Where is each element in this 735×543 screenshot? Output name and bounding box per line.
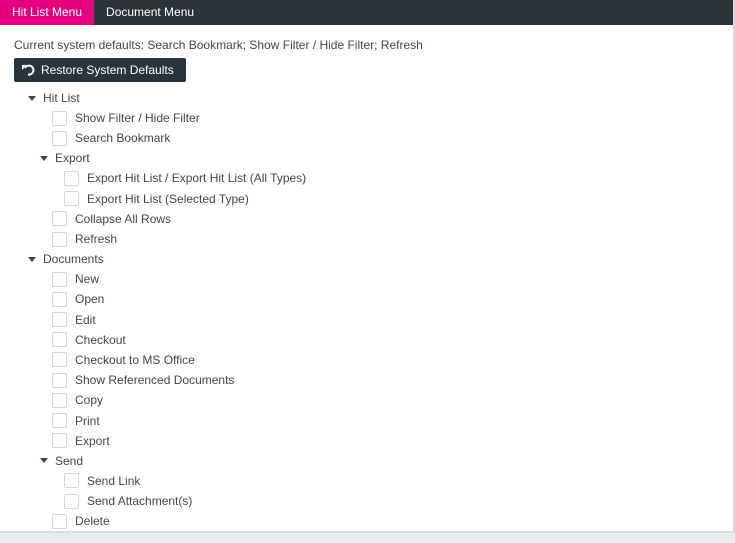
content: Current system defaults: Search Bookmark…	[0, 25, 733, 543]
menu-option[interactable]: New	[14, 269, 719, 289]
option-checkbox[interactable]	[52, 130, 67, 146]
option-checkbox[interactable]	[64, 191, 79, 207]
restore-button-label: Restore System Defaults	[41, 63, 174, 77]
caret-down-icon[interactable]	[28, 95, 36, 101]
menu-option[interactable]: Show Filter / Hide Filter	[14, 108, 719, 128]
option-label: Print	[75, 413, 100, 428]
undo-icon	[22, 64, 35, 76]
menu-option[interactable]: Print	[14, 410, 719, 430]
option-label: Export	[75, 433, 110, 448]
menu-option[interactable]: Collapse All Rows	[14, 209, 719, 229]
menu-option[interactable]: Edit	[14, 310, 719, 330]
option-label: Send Link	[87, 473, 141, 488]
option-checkbox[interactable]	[52, 211, 67, 227]
group-documents[interactable]: Documents	[14, 249, 719, 269]
option-label: Copy	[75, 393, 104, 408]
option-checkbox[interactable]	[52, 291, 67, 307]
option-label: Checkout to MS Office	[75, 352, 195, 367]
settings-panel: Hit List Menu Document Menu Current syst…	[0, 0, 735, 533]
menu-option[interactable]: Export Hit List (Selected Type)	[14, 189, 719, 209]
restore-system-defaults-button[interactable]: Restore System Defaults	[14, 58, 186, 82]
menu-option[interactable]: Search Bookmark	[14, 128, 719, 148]
menu-tree: Hit List Show Filter / Hide Filter Searc…	[14, 88, 719, 531]
option-checkbox[interactable]	[52, 372, 67, 388]
option-label: Show Filter / Hide Filter	[75, 111, 200, 126]
group-label: Hit List	[43, 91, 80, 105]
menu-option[interactable]: Checkout	[14, 330, 719, 350]
option-checkbox[interactable]	[64, 493, 79, 509]
tab-document-menu[interactable]: Document Menu	[94, 0, 206, 25]
group-label: Send	[55, 453, 84, 468]
caret-down-icon[interactable]	[40, 155, 48, 161]
option-checkbox[interactable]	[52, 110, 67, 126]
option-label: Export Hit List (Selected Type)	[87, 191, 249, 206]
menu-option[interactable]: Copy	[14, 390, 719, 410]
option-checkbox[interactable]	[52, 413, 67, 429]
option-checkbox[interactable]	[52, 231, 67, 247]
option-checkbox[interactable]	[64, 170, 79, 186]
group-send[interactable]: Send	[14, 451, 719, 471]
option-label: Edit	[75, 312, 96, 327]
option-checkbox[interactable]	[64, 473, 79, 489]
menu-option[interactable]: Checkout to MS Office	[14, 350, 719, 370]
option-label: Open	[75, 292, 105, 307]
option-label: New	[75, 272, 100, 287]
menu-option[interactable]: Open	[14, 289, 719, 309]
menu-option[interactable]: Refresh	[14, 229, 719, 249]
group-label: Export	[55, 151, 90, 166]
caret-down-icon[interactable]	[40, 458, 48, 464]
option-label: Delete	[75, 514, 110, 529]
option-checkbox[interactable]	[52, 312, 67, 328]
option-checkbox[interactable]	[52, 332, 67, 348]
group-hit-list[interactable]: Hit List	[14, 88, 719, 108]
group-label: Documents	[43, 252, 104, 267]
option-label: Export Hit List / Export Hit List (All T…	[87, 171, 307, 186]
menu-option[interactable]: Send Link	[14, 471, 719, 491]
menu-option[interactable]: Delete	[14, 511, 719, 531]
option-checkbox[interactable]	[52, 392, 67, 408]
tab-bar: Hit List Menu Document Menu	[0, 0, 733, 25]
menu-option[interactable]: Export	[14, 431, 719, 451]
menu-option[interactable]: Export Hit List / Export Hit List (All T…	[14, 168, 719, 188]
system-defaults-text: Current system defaults: Search Bookmark…	[14, 38, 423, 52]
option-checkbox[interactable]	[52, 271, 67, 287]
option-label: Collapse All Rows	[75, 211, 172, 226]
option-label: Refresh	[75, 232, 118, 247]
option-checkbox[interactable]	[52, 433, 67, 449]
caret-down-icon[interactable]	[28, 256, 36, 262]
tab-hit-list-menu[interactable]: Hit List Menu	[0, 0, 95, 25]
option-label: Show Referenced Documents	[75, 373, 235, 388]
option-label: Search Bookmark	[75, 131, 171, 146]
option-checkbox[interactable]	[52, 352, 67, 368]
option-label: Checkout	[75, 332, 126, 347]
option-label: Send Attachment(s)	[87, 494, 193, 509]
menu-option[interactable]: Send Attachment(s)	[14, 491, 719, 511]
menu-option[interactable]: Show Referenced Documents	[14, 370, 719, 390]
group-export[interactable]: Export	[14, 148, 719, 168]
option-checkbox[interactable]	[52, 513, 67, 529]
